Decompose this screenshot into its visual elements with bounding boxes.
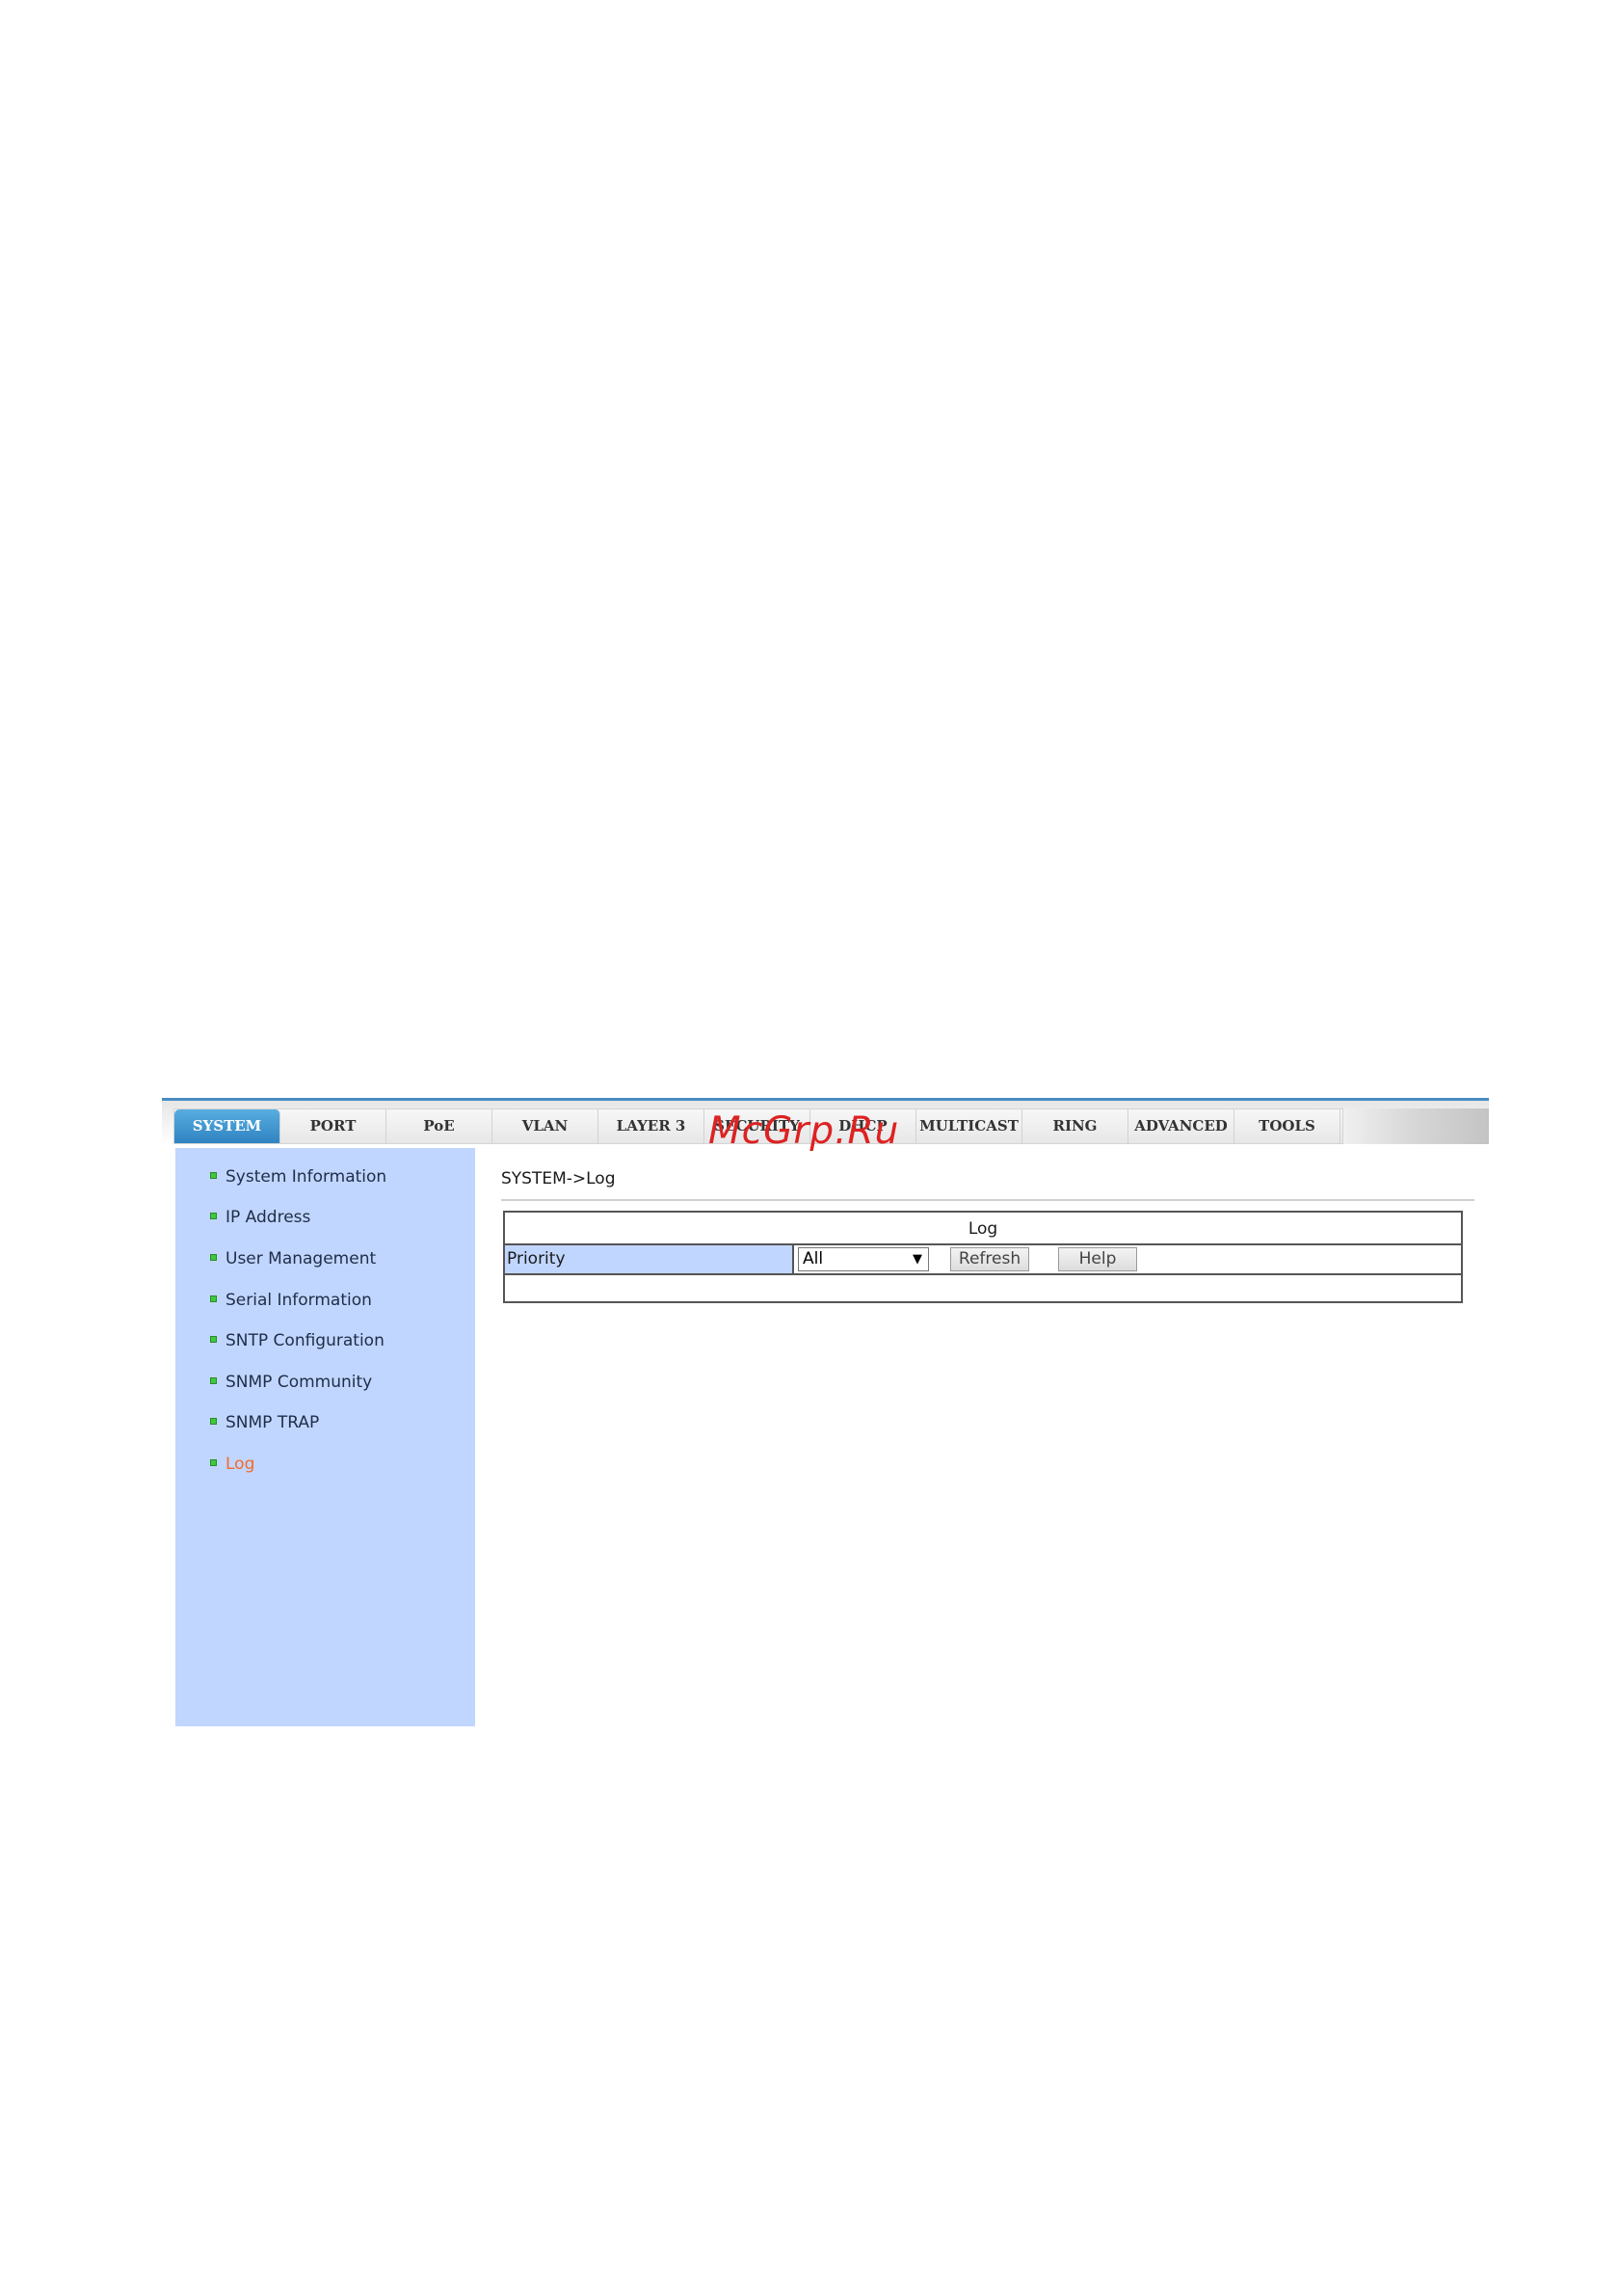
bullet-icon: [210, 1459, 217, 1466]
tab-vlan[interactable]: VLAN: [492, 1109, 598, 1143]
divider: [501, 1199, 1474, 1201]
sidebar-item-snmp-community[interactable]: SNMP Community: [210, 1373, 372, 1392]
refresh-button[interactable]: Refresh: [950, 1247, 1029, 1271]
sidebar-item-label: Serial Information: [225, 1291, 372, 1310]
sidebar-item-label: User Management: [225, 1249, 377, 1268]
tab-poe[interactable]: PoE: [386, 1109, 492, 1143]
sidebar-item-label: System Information: [225, 1167, 387, 1187]
sidebar-item-user-management[interactable]: User Management: [210, 1249, 376, 1268]
sidebar-item-label: Log: [225, 1455, 255, 1474]
tab-layer-3[interactable]: LAYER 3: [598, 1109, 704, 1143]
sidebar-item-snmp-trap[interactable]: SNMP TRAP: [210, 1413, 319, 1432]
nav-filler: [1343, 1108, 1489, 1144]
priority-select[interactable]: All ▼: [798, 1247, 929, 1271]
sidebar-item-ip-address[interactable]: IP Address: [210, 1208, 310, 1227]
sidebar-item-system-information[interactable]: System Information: [210, 1167, 386, 1187]
bullet-icon: [210, 1418, 217, 1425]
tab-tools[interactable]: TOOLS: [1234, 1109, 1340, 1143]
tab-port[interactable]: PORT: [280, 1109, 386, 1143]
sidebar-item-label: SNTP Configuration: [225, 1331, 385, 1350]
sidebar-item-serial-information[interactable]: Serial Information: [210, 1291, 372, 1310]
tab-ring[interactable]: RING: [1022, 1109, 1128, 1143]
sidebar-item-label: SNMP Community: [225, 1373, 373, 1392]
tab-advanced[interactable]: ADVANCED: [1128, 1109, 1234, 1143]
sidebar-item-sntp-configuration[interactable]: SNTP Configuration: [210, 1331, 385, 1350]
bullet-icon: [210, 1254, 217, 1261]
breadcrumb: SYSTEM->Log: [501, 1169, 616, 1188]
tab-system[interactable]: SYSTEM: [174, 1109, 280, 1143]
log-panel-title: Log: [505, 1213, 1461, 1245]
priority-label: Priority: [505, 1245, 794, 1273]
help-button[interactable]: Help: [1058, 1247, 1137, 1271]
priority-row: Priority All ▼ Refresh Help: [505, 1245, 1461, 1275]
bullet-icon: [210, 1377, 217, 1384]
dropdown-arrow-icon: ▼: [913, 1252, 922, 1267]
bullet-icon: [210, 1172, 217, 1179]
priority-select-value: All: [803, 1249, 824, 1268]
bullet-icon: [210, 1295, 217, 1302]
log-panel: Log Priority All ▼ Refresh Help: [503, 1211, 1463, 1303]
bullet-icon: [210, 1213, 217, 1219]
tab-multicast[interactable]: MULTICAST: [916, 1109, 1022, 1143]
sidebar-item-log[interactable]: Log: [210, 1455, 254, 1474]
sidebar-item-label: IP Address: [225, 1208, 311, 1227]
sidebar: System Information IP Address User Manag…: [175, 1148, 475, 1726]
watermark: McGrp.Ru: [708, 1109, 900, 1153]
bullet-icon: [210, 1336, 217, 1343]
sidebar-item-label: SNMP TRAP: [225, 1413, 320, 1432]
